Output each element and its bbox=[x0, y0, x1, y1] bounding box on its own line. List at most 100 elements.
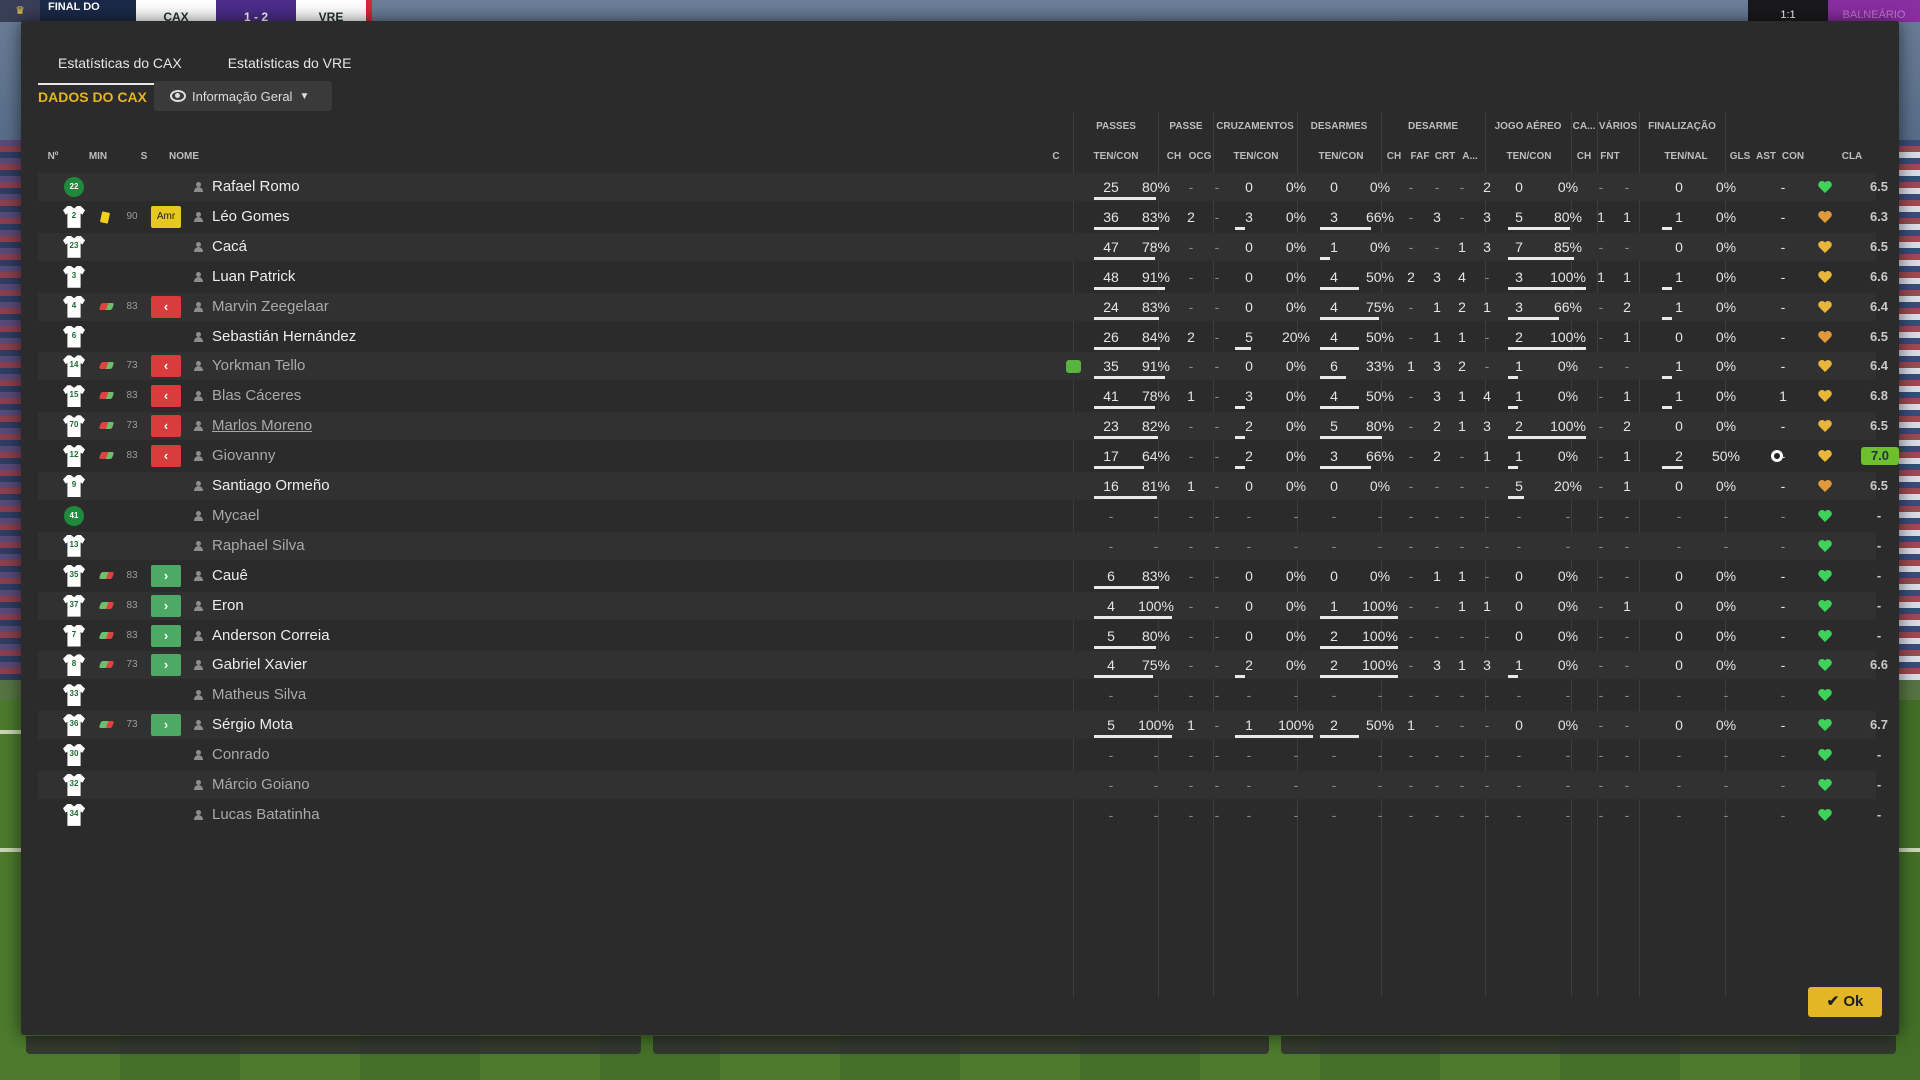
table-row[interactable]: 7 83 › Anderson Correia 5 80% - -0 0% 2 100% - - - -0 0… bbox=[38, 622, 1881, 650]
table-row[interactable]: 6 Sebastián Hernández 26 84% 2-5 20% 4 50% -1 1-2… bbox=[38, 323, 1888, 351]
player-name[interactable]: Matheus Silva bbox=[212, 681, 306, 709]
stat-desarme-crt: 1 bbox=[1458, 597, 1466, 614]
table-row[interactable]: 36 73 › Sérgio Mota 5 100% 1 - 1 100% 2 50% 1 - - - 0 0% -… bbox=[38, 711, 1888, 740]
stat-percentage: 0% bbox=[1715, 358, 1737, 375]
column-header-passes[interactable]: TEN/CON bbox=[1081, 151, 1151, 162]
stat-fnt: 1 bbox=[1623, 478, 1631, 494]
stat-attempts: 2 bbox=[1245, 657, 1253, 674]
column-header-des-faf[interactable]: FAF bbox=[1409, 151, 1431, 162]
table-row[interactable]: 8 73 › Gabriel Xavier 4 75% - -2 0% 2 100% -3 1 3 1 0% -… bbox=[38, 651, 1888, 680]
table-row[interactable]: 13 Raphael Silva - - - - - - - - - - - - - - - - - - - - bbox=[38, 531, 1881, 560]
table-row[interactable]: 4 83 ‹ Marvin Zeegelaar 24 83% - -0 0% 4 75% -1 2 1 3 6… bbox=[38, 292, 1888, 321]
column-header-passe-ch[interactable]: CH bbox=[1161, 151, 1187, 162]
player-name[interactable]: Blas Cáceres bbox=[212, 382, 301, 410]
player-name[interactable]: Cacá bbox=[212, 233, 247, 261]
column-header-fnt[interactable]: FNT bbox=[1599, 151, 1621, 162]
ok-button[interactable]: ✔ Ok bbox=[1808, 987, 1882, 1017]
table-row[interactable]: 23 Cacá 47 78% - -0 0% 1 0% - -1 3 7 85% - -0 0% -6.5 bbox=[38, 232, 1888, 261]
column-header-passe-ocg[interactable]: OCG bbox=[1185, 151, 1215, 162]
column-header-c[interactable]: C bbox=[1051, 151, 1061, 162]
column-header-gls[interactable]: GLS bbox=[1729, 151, 1751, 162]
stat-passe-ocg: - bbox=[1214, 388, 1220, 405]
stat-percentage: 0% bbox=[1715, 657, 1737, 674]
player-name[interactable]: Luan Patrick bbox=[212, 263, 295, 291]
table-row[interactable]: 33 Matheus Silva - - - - - - - - - - - - - - - - - - - bbox=[38, 681, 1876, 709]
stat-attempts: 4 bbox=[1107, 597, 1115, 614]
table-row[interactable]: 70 73 ‹ Marlos Moreno 23 82% - -2 0% 5 80% -2 1 3 2 100… bbox=[38, 412, 1888, 441]
stat-attempts: 17 bbox=[1103, 448, 1119, 465]
dressing-room-button[interactable]: BALNEÁRIO bbox=[1828, 0, 1920, 22]
player-name[interactable]: Santiago Ormeño bbox=[212, 472, 330, 500]
tab-away-stats[interactable]: Estatísticas do VRE bbox=[208, 49, 374, 85]
view-dropdown[interactable]: Informação Geral ▼ bbox=[154, 81, 332, 111]
table-row[interactable]: 37 83 › Eron 4 100% - -0 0% 1 100% - -1 1 0 0% -1 0 0% - - bbox=[38, 591, 1881, 620]
player-name[interactable]: Conrado bbox=[212, 741, 270, 769]
table-row[interactable]: 22 Rafael Romo 25 80% - - 0 0% 0 0% - - - 2 0 0% - - 0 0% - 6… bbox=[38, 173, 1888, 201]
pitch-line bbox=[0, 730, 22, 734]
column-header-s[interactable]: S bbox=[137, 151, 151, 162]
table-row[interactable]: 12 83 ‹ Giovanny 17 64% - -2 0% 3 66% -2-1 1 0% -1 2 50%… bbox=[38, 442, 1899, 470]
stat-percentage: 0% bbox=[1285, 179, 1307, 195]
table-row[interactable]: 34 Lucas Batatinha - - - - - - - - - - - - - - - - - - - - bbox=[38, 801, 1881, 829]
column-header-final[interactable]: TEN/NAL bbox=[1651, 151, 1721, 162]
table-row[interactable]: 35 83 › Cauê 6 83% - -0 0% 0 0% -1 1-0 0% - -0 0% - - bbox=[38, 562, 1881, 590]
player-name[interactable]: Sebastián Hernández bbox=[212, 323, 356, 351]
column-header-des-ch[interactable]: CH bbox=[1384, 151, 1404, 162]
player-name[interactable]: Márcio Goiano bbox=[212, 771, 310, 799]
stat-percentage: 20% bbox=[1553, 478, 1583, 494]
stat-desarme-a: 2 bbox=[1483, 179, 1491, 195]
player-name[interactable]: Léo Gomes bbox=[212, 203, 290, 231]
condition-heart-icon bbox=[1817, 568, 1833, 584]
stat-passe-ocg: - bbox=[1214, 328, 1220, 345]
column-header-cla[interactable]: CLA bbox=[1837, 151, 1867, 162]
player-name[interactable]: Raphael Silva bbox=[212, 532, 305, 560]
column-header-ca-ch[interactable]: CH bbox=[1573, 151, 1595, 162]
player-name[interactable]: Cauê bbox=[212, 562, 248, 590]
player-name[interactable]: Marvin Zeegelaar bbox=[212, 293, 329, 321]
column-header-aereo[interactable]: TEN/CON bbox=[1491, 151, 1567, 162]
condition-heart-icon bbox=[1817, 209, 1833, 225]
stat-percentage: 80% bbox=[1141, 179, 1171, 195]
table-row[interactable]: 15 83 ‹ Blas Cáceres 41 78% 1-3 0% 4 50% -3 1 4 1 0% -1… bbox=[38, 382, 1888, 410]
table-row[interactable]: 41 Mycael - - - - - - - - - - - - - - - - - - - - bbox=[38, 502, 1881, 530]
column-header-num[interactable]: Nº bbox=[38, 151, 68, 162]
stat-passe-ocg: - bbox=[1214, 717, 1220, 734]
player-name[interactable]: Eron bbox=[212, 592, 244, 620]
table-row[interactable]: 14 73 ‹ Yorkman Tello 35 91% - -0 0% 6 33% 1 3 2-1 0% -… bbox=[38, 352, 1888, 381]
player-name[interactable]: Gabriel Xavier bbox=[212, 651, 307, 679]
player-name[interactable]: Yorkman Tello bbox=[212, 352, 305, 380]
substituted-off-badge: ‹ bbox=[151, 355, 181, 378]
table-row[interactable]: 9 Santiago Ormeño 16 81% 1-0 0% 0 0% - - - -5 20% -1 0… bbox=[38, 472, 1888, 500]
stat-attempts: 35 bbox=[1103, 358, 1119, 375]
table-row[interactable]: 32 Márcio Goiano - - - - - - - - - - - - - - - - - - - - bbox=[38, 771, 1881, 799]
table-row[interactable]: 30 Conrado - - - - - - - - - - - - - - - - - - - - bbox=[38, 741, 1881, 769]
column-header-des-a[interactable]: A... bbox=[1459, 151, 1481, 162]
stat-percentage: 100% bbox=[1550, 418, 1586, 435]
stat-assists: - bbox=[1780, 627, 1786, 644]
player-name[interactable]: Mycael bbox=[212, 502, 260, 530]
stat-desarme-ch: - bbox=[1408, 328, 1414, 345]
column-header-min[interactable]: MIN bbox=[83, 151, 113, 162]
player-name[interactable]: Sérgio Mota bbox=[212, 711, 293, 739]
player-name[interactable]: Marlos Moreno bbox=[212, 412, 312, 440]
column-header-name[interactable]: NOME bbox=[169, 151, 199, 162]
person-icon bbox=[194, 421, 203, 432]
player-name[interactable]: Lucas Batatinha bbox=[212, 801, 320, 829]
stat-ca-ch: - bbox=[1598, 298, 1604, 315]
column-header-con[interactable]: CON bbox=[1779, 151, 1807, 162]
column-header-desarmes[interactable]: TEN/CON bbox=[1306, 151, 1376, 162]
stat-attempts: 0 bbox=[1245, 358, 1253, 375]
table-row[interactable]: 2 90 Amr Léo Gomes 36 83% 2-3 0% 3 66% -3-3 5 80% 1 1 1… bbox=[38, 203, 1888, 231]
stat-desarme-ch: - bbox=[1408, 777, 1414, 793]
column-header-cruz[interactable]: TEN/CON bbox=[1221, 151, 1291, 162]
table-row[interactable]: 3 Luan Patrick 48 91% - -0 0% 4 50% 2 3 4-3 100% 1 1 1 0… bbox=[38, 263, 1888, 291]
tab-home-stats[interactable]: Estatísticas do CAX bbox=[38, 49, 204, 85]
stat-passe-ch: - bbox=[1188, 418, 1194, 435]
stat-attempts: - bbox=[1246, 687, 1252, 704]
player-name[interactable]: Giovanny bbox=[212, 442, 275, 470]
column-header-ast[interactable]: AST bbox=[1755, 151, 1777, 162]
stat-passe-ocg: - bbox=[1214, 179, 1220, 195]
player-name[interactable]: Rafael Romo bbox=[212, 173, 300, 201]
column-header-des-crt[interactable]: CRT bbox=[1434, 151, 1456, 162]
player-name[interactable]: Anderson Correia bbox=[212, 622, 330, 650]
